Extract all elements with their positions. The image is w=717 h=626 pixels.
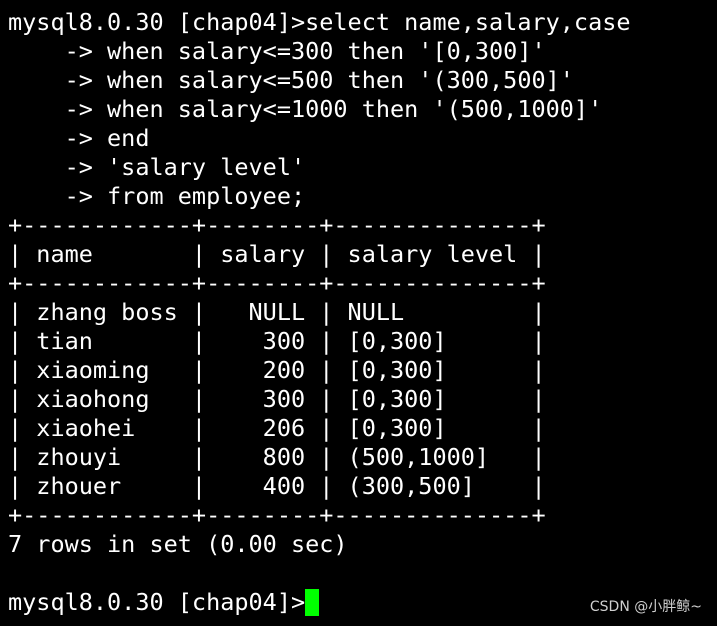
table-row: | xiaohei | 206 | [0,300] | <box>8 414 546 442</box>
text-cursor <box>305 589 320 616</box>
table-border-bottom: +------------+--------+--------------+ <box>8 501 546 529</box>
terminal-line-when-300: -> when salary<=300 then '[0,300]' <box>8 37 546 65</box>
table-row: | zhouer | 400 | (300,500] | <box>8 472 546 500</box>
watermark: CSDN @小胖鲸~ <box>589 599 702 615</box>
result-summary: 7 rows in set (0.00 sec) <box>8 530 348 558</box>
table-header-border: +------------+--------+--------------+ <box>8 269 546 297</box>
table-row: | zhouyi | 800 | (500,1000] | <box>8 443 546 471</box>
terminal-line-command: mysql8.0.30 [chap04]>select name,salary,… <box>8 8 631 36</box>
table-row: | xiaohong | 300 | [0,300] | <box>8 385 546 413</box>
prompt-line[interactable]: mysql8.0.30 [chap04]> <box>8 588 631 617</box>
terminal-line-alias: -> 'salary level' <box>8 153 306 181</box>
terminal-line-when-500: -> when salary<=500 then '(300,500]' <box>8 66 574 94</box>
terminal-line-when-1000: -> when salary<=1000 then '(500,1000]' <box>8 95 603 123</box>
terminal-output[interactable]: mysql8.0.30 [chap04]>select name,salary,… <box>8 8 631 617</box>
table-row: | xiaoming | 200 | [0,300] | <box>8 356 546 384</box>
terminal-line-from: -> from employee; <box>8 182 306 210</box>
prompt-text: mysql8.0.30 [chap04]> <box>8 588 306 616</box>
table-row: | zhang boss | NULL | NULL | <box>8 298 546 326</box>
table-header-row: | name | salary | salary level | <box>8 240 546 268</box>
table-border-top: +------------+--------+--------------+ <box>8 211 546 239</box>
table-row: | tian | 300 | [0,300] | <box>8 327 546 355</box>
terminal-line-end: -> end <box>8 124 150 152</box>
